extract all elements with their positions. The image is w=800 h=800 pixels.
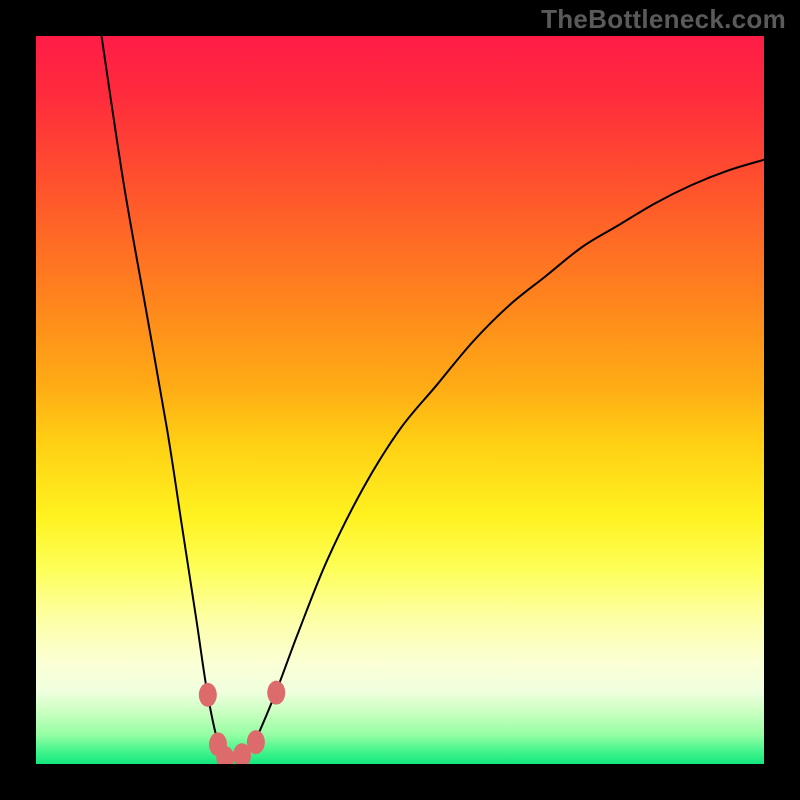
curve-minimum-markers (199, 681, 285, 764)
curve-marker (267, 681, 285, 705)
watermark-text: TheBottleneck.com (541, 4, 786, 35)
curve-svg (36, 36, 764, 764)
bottleneck-curve (102, 36, 764, 764)
curve-marker (199, 683, 217, 707)
chart-frame: TheBottleneck.com (0, 0, 800, 800)
plot-area (36, 36, 764, 764)
curve-marker (247, 730, 265, 754)
